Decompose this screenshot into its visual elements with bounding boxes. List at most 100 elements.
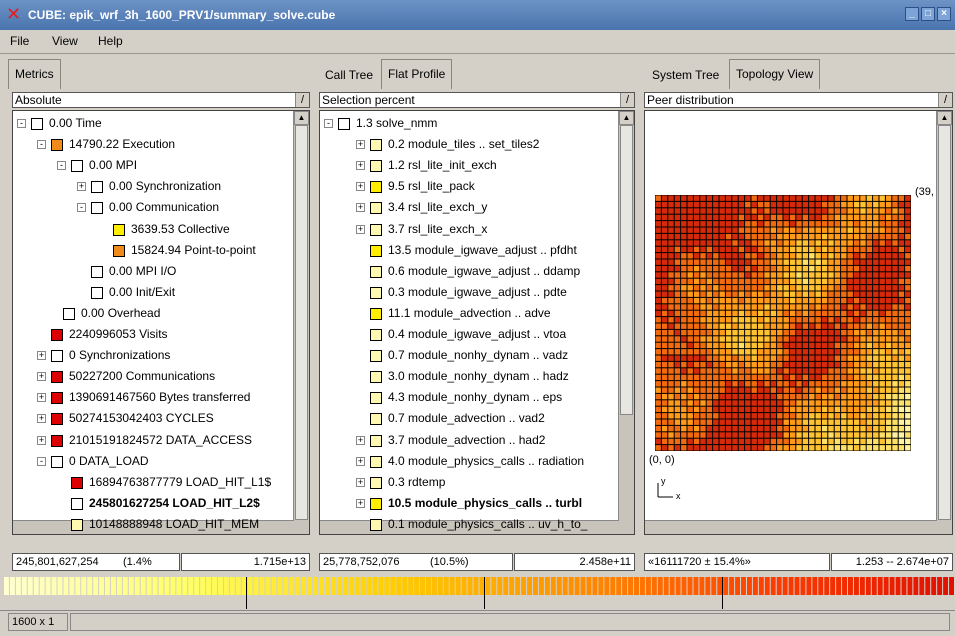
topology-cell[interactable] xyxy=(847,413,853,419)
topology-cell[interactable] xyxy=(687,355,693,361)
topology-cell[interactable] xyxy=(815,406,821,413)
topology-cell[interactable] xyxy=(841,406,847,413)
topology-cell[interactable] xyxy=(777,317,783,323)
topology-cell[interactable] xyxy=(892,253,898,259)
topology-cell[interactable] xyxy=(834,438,841,445)
topology-cell[interactable] xyxy=(905,272,911,278)
topology-cell[interactable] xyxy=(738,406,745,413)
topology-cell[interactable] xyxy=(809,329,815,336)
topology-cell[interactable] xyxy=(681,413,687,419)
calltree-row[interactable]: 13.5 module_igwave_adjust .. pfdht xyxy=(320,240,618,261)
topology-cell[interactable] xyxy=(687,445,693,451)
topology-cell[interactable] xyxy=(834,259,841,265)
topology-cell[interactable] xyxy=(866,361,873,368)
topology-cell[interactable] xyxy=(661,381,668,387)
topology-cell[interactable] xyxy=(713,291,719,297)
topology-cell[interactable] xyxy=(892,259,898,265)
topology-cell[interactable] xyxy=(802,214,809,221)
topology-cell[interactable] xyxy=(783,304,789,310)
topology-cell[interactable] xyxy=(706,253,713,259)
topology-cell[interactable] xyxy=(796,374,802,381)
topology-cell[interactable] xyxy=(693,304,700,310)
topology-cell[interactable] xyxy=(802,425,809,432)
topology-cell[interactable] xyxy=(783,387,789,393)
topology-cell[interactable] xyxy=(821,425,828,432)
topology-cell[interactable] xyxy=(668,195,674,201)
topology-cell[interactable] xyxy=(841,413,847,419)
topology-cell[interactable] xyxy=(713,253,719,259)
topology-cell[interactable] xyxy=(725,195,732,201)
topology-cell[interactable] xyxy=(693,413,700,419)
topology-cell[interactable] xyxy=(668,278,674,285)
topology-cell[interactable] xyxy=(674,432,681,438)
topology-cell[interactable] xyxy=(687,201,693,208)
topology-cell[interactable] xyxy=(898,445,905,451)
topology-cell[interactable] xyxy=(661,278,668,285)
topology-cell[interactable] xyxy=(757,304,764,310)
topology-cell[interactable] xyxy=(757,214,764,221)
topology-cell[interactable] xyxy=(789,425,796,432)
topology-cell[interactable] xyxy=(841,342,847,349)
topology-cell[interactable] xyxy=(898,259,905,265)
topology-cell[interactable] xyxy=(853,227,860,233)
topology-cell[interactable] xyxy=(777,285,783,291)
topology-cell[interactable] xyxy=(687,317,693,323)
topology-cell[interactable] xyxy=(687,393,693,400)
topology-cell[interactable] xyxy=(719,253,725,259)
topology-cell[interactable] xyxy=(809,361,815,368)
topology-cell[interactable] xyxy=(879,368,885,374)
topology-cell[interactable] xyxy=(789,336,796,342)
topology-cell[interactable] xyxy=(738,221,745,227)
topology-cell[interactable] xyxy=(777,329,783,336)
topology-cell[interactable] xyxy=(732,304,738,310)
topology-cell[interactable] xyxy=(885,438,892,445)
topology-cell[interactable] xyxy=(668,355,674,361)
topology-cell[interactable] xyxy=(655,317,661,323)
topology-cell[interactable] xyxy=(885,201,892,208)
topology-cell[interactable] xyxy=(796,413,802,419)
topology-cell[interactable] xyxy=(719,310,725,317)
topology-cell[interactable] xyxy=(885,208,892,214)
topology-cell[interactable] xyxy=(783,381,789,387)
topology-cell[interactable] xyxy=(674,227,681,233)
topology-cell[interactable] xyxy=(757,425,764,432)
topology-cell[interactable] xyxy=(873,317,879,323)
topology-cell[interactable] xyxy=(738,349,745,355)
topology-cell[interactable] xyxy=(783,214,789,221)
topology-cell[interactable] xyxy=(789,432,796,438)
topology-cell[interactable] xyxy=(770,374,777,381)
topology-cell[interactable] xyxy=(898,419,905,425)
topology-cell[interactable] xyxy=(706,208,713,214)
topology-cell[interactable] xyxy=(905,381,911,387)
topology-cell[interactable] xyxy=(796,329,802,336)
topology-cell[interactable] xyxy=(661,393,668,400)
topology-cell[interactable] xyxy=(719,297,725,304)
topology-cell[interactable] xyxy=(668,240,674,246)
topology-cell[interactable] xyxy=(905,387,911,393)
topology-cell[interactable] xyxy=(841,329,847,336)
topology-cell[interactable] xyxy=(655,387,661,393)
topology-cell[interactable] xyxy=(725,304,732,310)
topology-cell[interactable] xyxy=(885,253,892,259)
topology-cell[interactable] xyxy=(706,265,713,272)
topology-cell[interactable] xyxy=(655,227,661,233)
topology-cell[interactable] xyxy=(802,374,809,381)
topology-cell[interactable] xyxy=(905,227,911,233)
topology-cell[interactable] xyxy=(700,393,706,400)
topology-cell[interactable] xyxy=(751,272,757,278)
topology-cell[interactable] xyxy=(879,240,885,246)
topology-cell[interactable] xyxy=(815,208,821,214)
topology-cell[interactable] xyxy=(738,265,745,272)
topology-cell[interactable] xyxy=(821,201,828,208)
topology-cell[interactable] xyxy=(789,291,796,297)
topology-cell[interactable] xyxy=(853,349,860,355)
topology-cell[interactable] xyxy=(770,285,777,291)
topology-cell[interactable] xyxy=(700,387,706,393)
topology-cell[interactable] xyxy=(732,259,738,265)
topology-cell[interactable] xyxy=(700,297,706,304)
topology-cell[interactable] xyxy=(892,195,898,201)
topology-cell[interactable] xyxy=(732,285,738,291)
topology-cell[interactable] xyxy=(719,432,725,438)
topology-cell[interactable] xyxy=(700,336,706,342)
topology-cell[interactable] xyxy=(655,413,661,419)
